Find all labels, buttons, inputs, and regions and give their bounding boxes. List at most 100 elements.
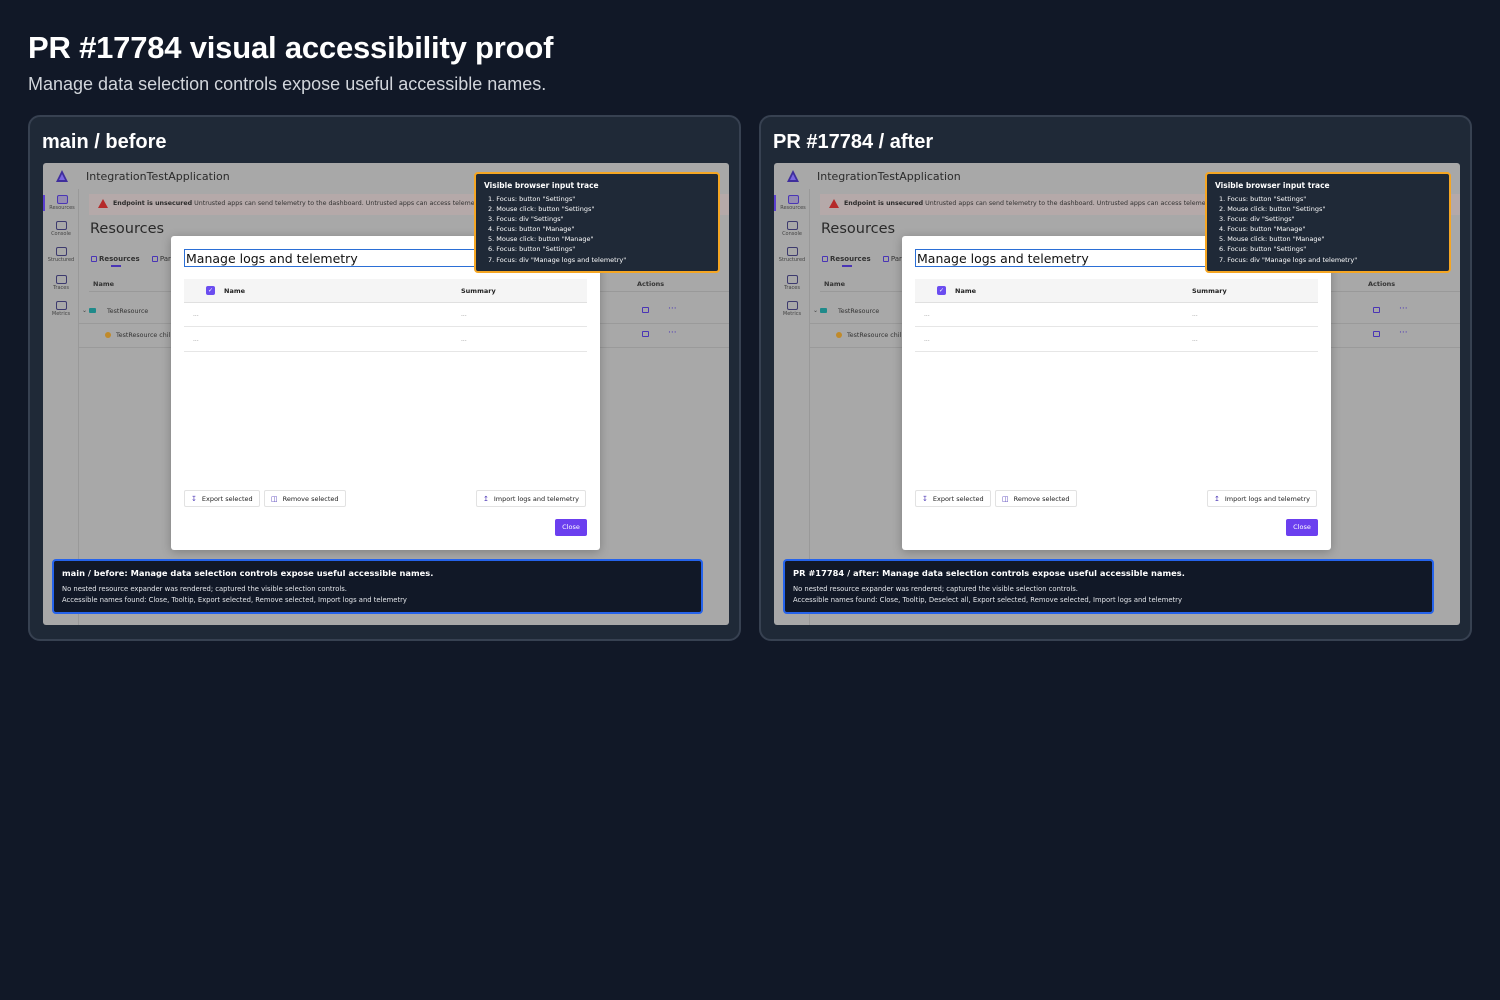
tab-label: Resources xyxy=(99,255,140,263)
panel-before: main / before IntegrationTestApplication… xyxy=(28,115,741,641)
trace-item: 4. Focus: button "Manage" xyxy=(1219,225,1306,234)
trace-item: 3. Focus: div "Settings" xyxy=(1219,215,1295,224)
structured-icon xyxy=(55,247,67,256)
chevron-down-icon[interactable]: ⌄ xyxy=(813,307,818,314)
trace-item: 1. Focus: button "Settings" xyxy=(488,195,576,203)
traces-icon xyxy=(55,275,67,284)
sidebar-item-label: Metrics xyxy=(51,311,71,317)
summary-overlay: PR #17784 / after: Manage data selection… xyxy=(783,559,1434,614)
button-label: Export selected xyxy=(201,495,253,503)
sidebar-item-metrics[interactable]: Metrics xyxy=(43,301,79,317)
column-summary: Summary xyxy=(1192,287,1227,295)
sidebar-item-console[interactable]: Console xyxy=(774,221,810,237)
sidebar-item-resources[interactable]: Resources xyxy=(43,195,79,211)
cell-name: ... xyxy=(193,336,199,343)
sidebar-item-label: Console xyxy=(782,231,802,237)
import-button[interactable]: ↥ Import logs and telemetry xyxy=(1207,490,1317,507)
console-icon xyxy=(55,221,67,230)
button-label: Export selected xyxy=(932,495,984,503)
resources-title: Resources xyxy=(90,221,165,237)
sidebar-item-console[interactable]: Console xyxy=(43,221,79,237)
metrics-icon xyxy=(786,301,798,310)
tab-resources[interactable]: Resources xyxy=(822,255,871,263)
table-row[interactable]: ... ... xyxy=(915,328,1318,352)
summary-line: No nested resource expander was rendered… xyxy=(62,585,347,593)
sidebar-item-traces[interactable]: Traces xyxy=(43,275,79,291)
sidebar-item-label: Structured xyxy=(47,257,75,263)
panel-heading: PR #17784 / after xyxy=(773,131,934,153)
traces-icon xyxy=(786,275,798,284)
console-icon xyxy=(786,221,798,230)
table-row[interactable]: ... ... xyxy=(915,303,1318,327)
sidebar-item-label: Structured xyxy=(778,257,806,263)
tab-label: Par xyxy=(159,255,171,263)
column-actions: Actions xyxy=(1368,280,1396,288)
aspire-logo-icon xyxy=(56,170,68,182)
sidebar-item-label: Resources xyxy=(780,205,806,211)
warning-strong: Endpoint is unsecured xyxy=(113,200,193,207)
resource-name: TestResource xyxy=(838,308,880,315)
chevron-down-icon[interactable]: ⌄ xyxy=(82,307,87,314)
trace-item: 1. Focus: button "Settings" xyxy=(1219,195,1307,203)
resource-state-icon xyxy=(836,332,842,338)
remove-selected-button[interactable]: ◫ Remove selected xyxy=(995,490,1077,507)
more-actions-icon[interactable]: ··· xyxy=(1399,328,1408,338)
more-actions-icon[interactable]: ··· xyxy=(1399,304,1408,314)
app-name: IntegrationTestApplication xyxy=(817,170,961,183)
sidebar-item-label: Console xyxy=(51,231,71,237)
summary-line: No nested resource expander was rendered… xyxy=(793,585,1078,593)
resources-icon xyxy=(787,195,799,204)
console-logs-icon[interactable] xyxy=(642,307,649,313)
project-icon xyxy=(89,308,96,313)
sidebar-item-structured[interactable]: Structured xyxy=(43,247,79,263)
select-all-checkbox[interactable]: ✓ xyxy=(206,286,215,295)
input-trace-overlay: Visible browser input trace 1. Focus: bu… xyxy=(1205,172,1451,273)
sidebar-item-resources[interactable]: Resources xyxy=(774,195,810,211)
tab-parameters[interactable]: Par xyxy=(151,255,171,263)
import-button[interactable]: ↥ Import logs and telemetry xyxy=(476,490,586,507)
select-all-checkbox[interactable]: ✓ xyxy=(937,286,946,295)
tab-label: Par xyxy=(890,255,902,263)
close-button[interactable]: Close xyxy=(1286,519,1318,536)
trace-title: Visible browser input trace xyxy=(484,181,599,190)
console-logs-icon[interactable] xyxy=(1373,307,1380,313)
trace-list: 1. Focus: button "Settings" 2. Mouse cli… xyxy=(484,194,710,265)
metrics-icon xyxy=(55,301,67,310)
more-actions-icon[interactable]: ··· xyxy=(668,328,677,338)
more-actions-icon[interactable]: ··· xyxy=(668,304,677,314)
export-selected-button[interactable]: ↧ Export selected xyxy=(915,490,991,507)
close-button[interactable]: Close xyxy=(555,519,587,536)
resource-name: TestResource chil xyxy=(116,332,171,339)
trace-item: 6. Focus: button "Settings" xyxy=(488,245,576,254)
console-logs-icon[interactable] xyxy=(1373,331,1380,337)
button-label: Import logs and telemetry xyxy=(493,495,579,503)
panel-after: PR #17784 / after IntegrationTestApplica… xyxy=(759,115,1472,641)
grid-icon xyxy=(91,256,97,262)
button-label: Import logs and telemetry xyxy=(1224,495,1310,503)
dialog-table-header: ✓ Name Summary xyxy=(184,279,587,303)
console-logs-icon[interactable] xyxy=(642,331,649,337)
summary-title: main / before: Manage data selection con… xyxy=(62,568,434,578)
cell-summary: ... xyxy=(461,311,467,318)
accessible-names-line: Accessible names found: Close, Tooltip, … xyxy=(793,595,1182,604)
cell-summary: ... xyxy=(1192,336,1198,343)
sidebar-item-metrics[interactable]: Metrics xyxy=(774,301,810,317)
sidebar-item-structured[interactable]: Structured xyxy=(774,247,810,263)
column-name: Name xyxy=(824,280,846,288)
manage-data-dialog: Manage logs and telemetry ✓ Name Summary… xyxy=(171,236,654,550)
export-selected-button[interactable]: ↧ Export selected xyxy=(184,490,260,507)
resource-name: TestResource xyxy=(107,308,149,315)
screenshot: IntegrationTestApplication Resources Con… xyxy=(774,163,1460,625)
sidebar-item-traces[interactable]: Traces xyxy=(774,275,810,291)
trace-item: 2. Mouse click: button "Settings" xyxy=(488,205,595,214)
cell-name: ... xyxy=(924,336,930,343)
remove-selected-button[interactable]: ◫ Remove selected xyxy=(264,490,346,507)
column-name: Name xyxy=(93,280,115,288)
trash-icon: ◫ xyxy=(1002,495,1009,503)
tab-resources[interactable]: Resources xyxy=(91,255,140,263)
cell-name: ... xyxy=(924,311,930,318)
tab-parameters[interactable]: Par xyxy=(882,255,902,263)
table-row[interactable]: ... ... xyxy=(184,303,587,327)
column-name: Name xyxy=(955,287,977,295)
table-row[interactable]: ... ... xyxy=(184,328,587,352)
